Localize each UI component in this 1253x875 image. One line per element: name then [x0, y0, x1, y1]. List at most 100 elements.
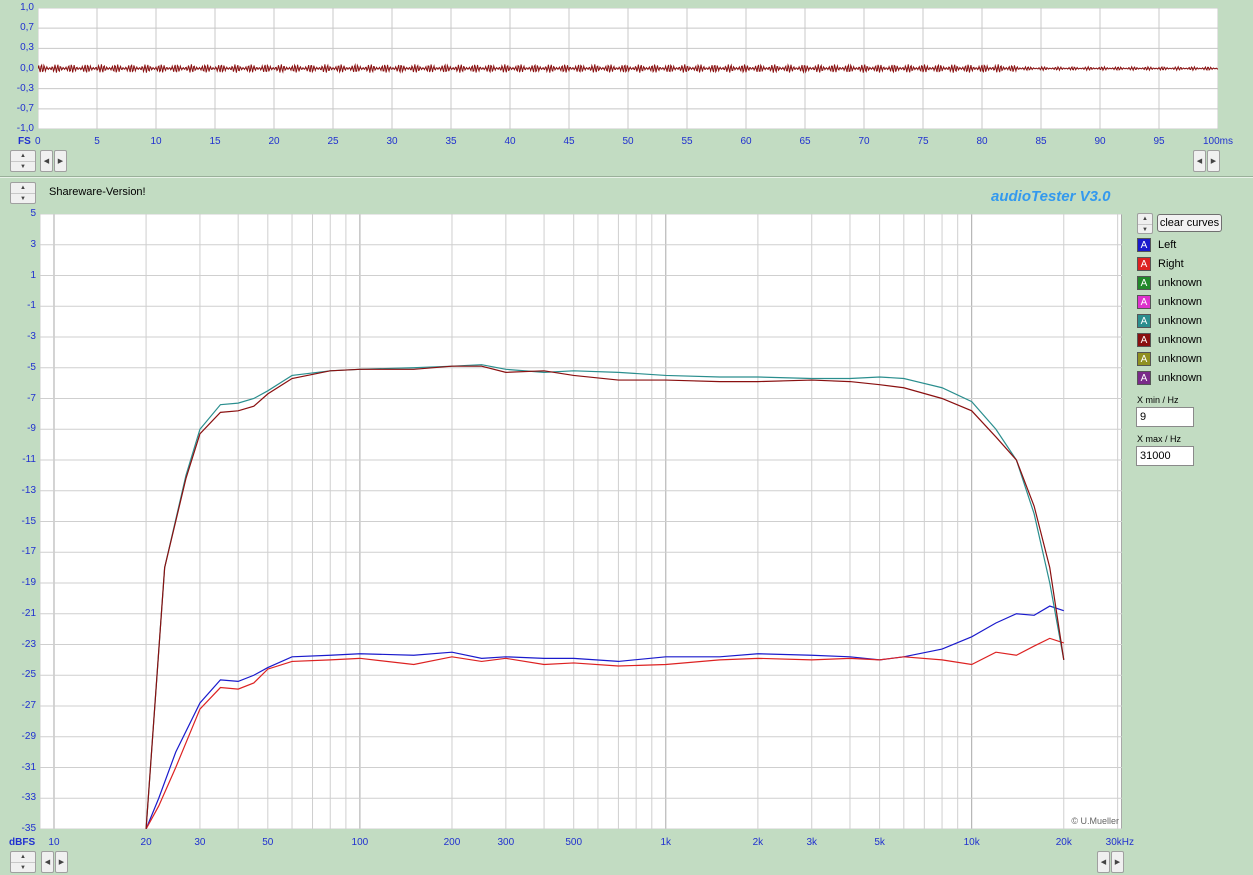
- spin-up-icon[interactable]: ▲: [11, 151, 35, 161]
- main-scroll-left-button[interactable]: ◀: [41, 851, 54, 873]
- main-y-tick-label: -25: [21, 669, 36, 681]
- main-y-tick-label: -13: [21, 484, 36, 496]
- main-y-tick-label: -7: [27, 392, 36, 404]
- arrow-right-icon: ▶: [58, 859, 65, 866]
- main-y-tick-label: -29: [21, 730, 36, 742]
- main-x-tick-label: 30: [194, 837, 206, 848]
- osc-y-tick-label: 1,0: [20, 2, 34, 13]
- main-y-tick-label: -31: [21, 761, 36, 773]
- xmin-label: X min / Hz: [1137, 395, 1179, 405]
- legend-item[interactable]: Aunknown: [1137, 275, 1202, 291]
- osc-plot[interactable]: [38, 8, 1218, 129]
- legend-item[interactable]: Aunknown: [1137, 332, 1202, 348]
- curve-color-icon[interactable]: A: [1137, 276, 1151, 290]
- main-y-tick-label: 5: [30, 208, 36, 219]
- frequency-plot[interactable]: © U.Mueller: [40, 214, 1122, 829]
- main-x-tick-label: 50: [262, 837, 274, 848]
- osc-x-tick-label: 20: [268, 136, 280, 147]
- xmin-input[interactable]: [1136, 407, 1194, 427]
- main-x-tick-label: 20k: [1055, 837, 1072, 848]
- osc-scroll-right-button-2[interactable]: ▶: [1207, 150, 1220, 172]
- osc-x-tick-label: 5: [94, 136, 100, 147]
- spin-up-icon[interactable]: ▲: [11, 183, 35, 193]
- arrow-right-icon: ▶: [57, 158, 64, 165]
- curve-color-icon[interactable]: A: [1137, 371, 1151, 385]
- curve-spinner[interactable]: ▲ ▼: [1137, 213, 1153, 234]
- main-y-tick-label: -19: [21, 577, 36, 588]
- main-x-tick-label: 3k: [806, 837, 818, 848]
- osc-scroll-left-button-2[interactable]: ◀: [1193, 150, 1206, 172]
- osc-scroll-left-button[interactable]: ◀: [40, 150, 53, 172]
- clear-curves-button[interactable]: clear curves: [1157, 214, 1222, 232]
- legend-item[interactable]: Aunknown: [1137, 313, 1202, 329]
- main-x-tick-label: 300: [497, 837, 515, 848]
- main-x-tick-label: 100: [351, 837, 369, 848]
- main-y-tick-label: -9: [27, 423, 36, 435]
- main-y-tick-label: -27: [21, 700, 36, 711]
- xmax-input[interactable]: [1136, 446, 1194, 466]
- main-x-tick-label: 10k: [963, 837, 980, 848]
- main-scroll-left-button-2[interactable]: ◀: [1097, 851, 1110, 873]
- osc-y-tick-label: 0,3: [20, 42, 34, 54]
- spin-down-icon[interactable]: ▼: [11, 161, 35, 171]
- main-y-tick-label: -3: [27, 331, 36, 342]
- spin-up-icon[interactable]: ▲: [11, 852, 35, 862]
- legend-label: unknown: [1158, 296, 1203, 308]
- curve-color-icon[interactable]: A: [1137, 333, 1151, 347]
- legend-item[interactable]: Aunknown: [1137, 294, 1202, 310]
- app-title: audioTester V3.0: [991, 188, 1111, 205]
- main-x-tick-label: 5k: [874, 837, 885, 848]
- curve-color-icon[interactable]: A: [1137, 257, 1151, 271]
- bottom-zoom-spinner[interactable]: ▲ ▼: [10, 851, 36, 873]
- osc-y-tick-label: -1,0: [16, 123, 34, 134]
- spin-down-icon[interactable]: ▼: [11, 862, 35, 872]
- main-y-tick-label: -17: [21, 546, 36, 558]
- legend-item[interactable]: Aunknown: [1137, 370, 1202, 386]
- spin-down-icon[interactable]: ▼: [11, 193, 35, 203]
- main-y-tick-label: -11: [22, 454, 36, 465]
- osc-x-tick-label: 70: [858, 136, 870, 147]
- osc-x-tick-label: 10: [150, 136, 162, 147]
- legend-label: unknown: [1158, 372, 1203, 384]
- curve-color-icon[interactable]: A: [1137, 238, 1151, 252]
- osc-x-tick-label: 60: [740, 136, 752, 147]
- osc-x-tick-label: 65: [799, 136, 811, 147]
- main-y-tick-label: -21: [21, 607, 36, 619]
- osc-x-tick-label: 0: [35, 136, 41, 147]
- arrow-right-icon: ▶: [1210, 158, 1217, 165]
- osc-x-tick-label: 90: [1094, 136, 1106, 147]
- osc-x-tick-label: 80: [976, 136, 988, 147]
- main-x-tick-label: 2k: [752, 837, 764, 848]
- main-scroll-right-button[interactable]: ▶: [55, 851, 68, 873]
- legend-item[interactable]: Aunknown: [1137, 351, 1202, 367]
- osc-scroll-right-button[interactable]: ▶: [54, 150, 67, 172]
- main-y-tick-label: -15: [21, 515, 36, 527]
- curve-color-icon[interactable]: A: [1137, 352, 1151, 366]
- curve-color-icon[interactable]: A: [1137, 295, 1151, 309]
- arrow-right-icon: ▶: [1114, 859, 1121, 866]
- main-zoom-spinner[interactable]: ▲ ▼: [10, 182, 36, 204]
- arrow-left-icon: ◀: [1100, 859, 1107, 866]
- osc-x-tick-label: 35: [445, 136, 457, 147]
- legend-item[interactable]: A Right: [1137, 256, 1184, 272]
- legend-label: unknown: [1158, 277, 1203, 289]
- main-scroll-right-button-2[interactable]: ▶: [1111, 851, 1124, 873]
- osc-y-tick-label: 0,7: [20, 22, 34, 34]
- shareware-notice: Shareware-Version!: [49, 186, 146, 198]
- osc-y-tick-label: 0,0: [20, 62, 34, 74]
- legend-item[interactable]: A Left: [1137, 237, 1176, 253]
- legend-label: Left: [1158, 239, 1177, 251]
- main-y-tick-label: -23: [21, 638, 36, 650]
- spin-down-icon[interactable]: ▼: [1138, 224, 1152, 234]
- curve-color-icon[interactable]: A: [1137, 314, 1151, 328]
- main-x-tick-label: 1k: [660, 837, 672, 848]
- spin-up-icon[interactable]: ▲: [1138, 214, 1152, 224]
- osc-zoom-spinner[interactable]: ▲ ▼: [10, 150, 36, 172]
- main-y-tick-label: 1: [30, 269, 36, 281]
- main-y-tick-label: -35: [21, 823, 36, 834]
- osc-x-tick-label: 15: [209, 136, 221, 147]
- osc-x-tick-label: 30: [386, 136, 398, 147]
- legend-label: unknown: [1158, 334, 1203, 346]
- panel-divider[interactable]: [0, 176, 1253, 178]
- osc-x-tick-label: 25: [327, 136, 339, 147]
